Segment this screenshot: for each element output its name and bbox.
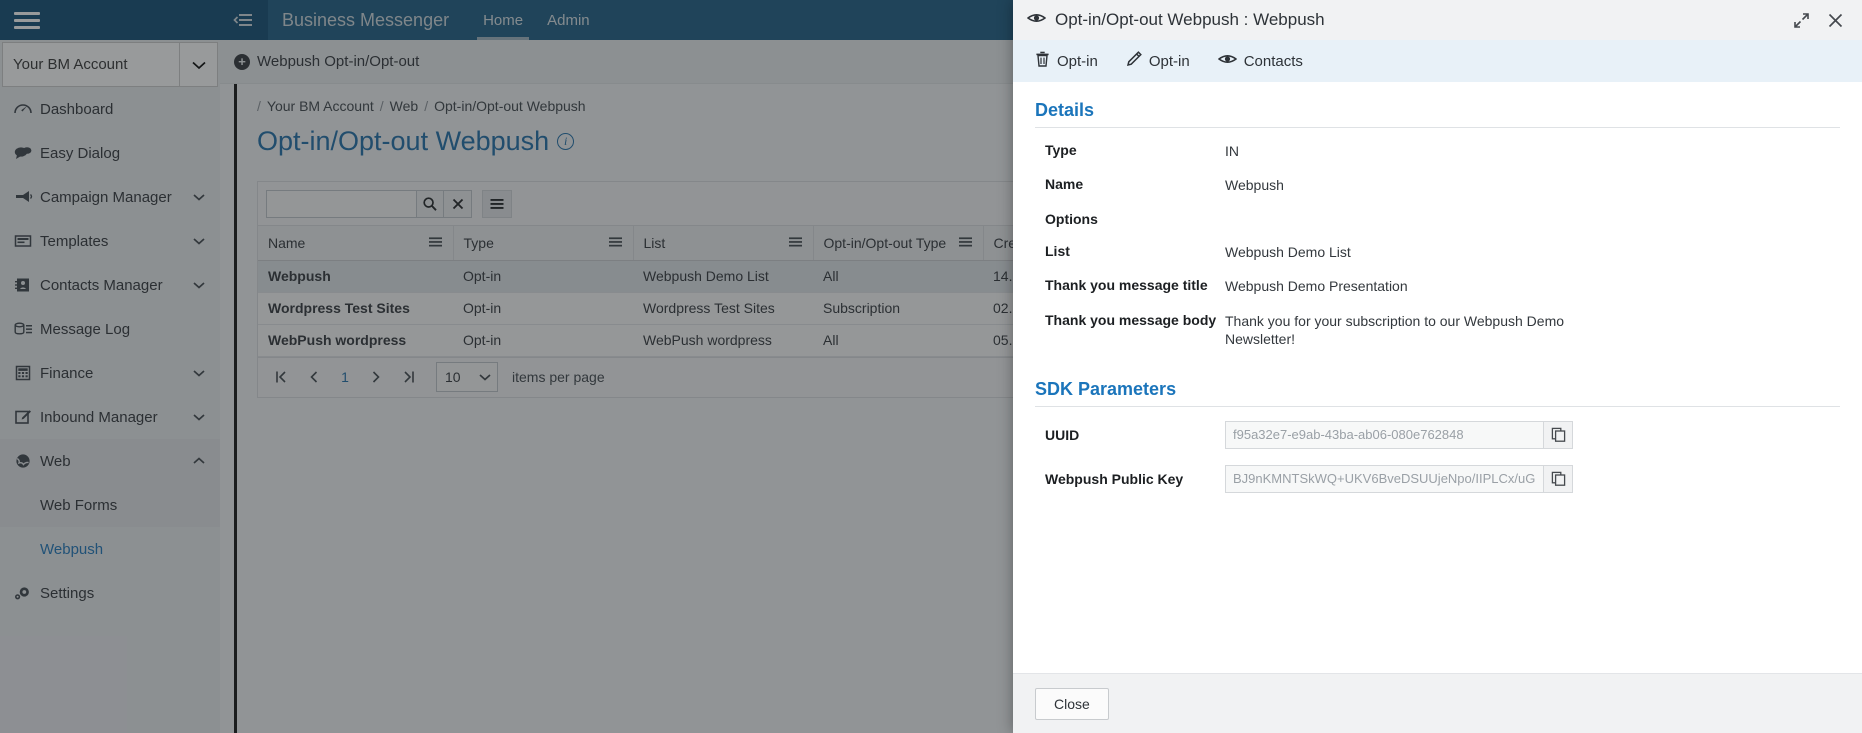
toolbar-label: Contacts [1243,52,1303,70]
panel-title-text: Opt-in/Opt-out Webpush : Webpush [1055,10,1325,29]
detail-row-list: List Webpush Demo List [1035,243,1840,261]
close-button[interactable]: Close [1035,687,1109,720]
sdk-section: SDK Parameters UUID Webpush Public Key [1035,379,1840,493]
detail-key: Type [1045,142,1077,158]
copy-icon[interactable] [1544,464,1573,493]
detail-value: Thank you for your subscription to our W… [1225,312,1565,348]
copy-icon[interactable] [1544,420,1573,449]
detail-key: Options [1045,210,1098,227]
detail-row-name: Name Webpush [1035,176,1840,194]
sdk-row-public-key: Webpush Public Key [1035,464,1840,493]
sdk-key: UUID [1045,426,1080,443]
trash-icon [1035,51,1050,71]
detail-row-thankyou-title: Thank you message title Webpush Demo Pre… [1035,277,1840,295]
sdk-field-group [1225,420,1573,449]
sdk-divider [1035,405,1840,407]
detail-row-options: Options [1035,211,1840,227]
sdk-heading: SDK Parameters [1035,378,1177,399]
pencil-icon [1126,51,1142,71]
edit-optin-button[interactable]: Opt-in [1126,51,1190,71]
panel-header: Opt-in/Opt-out Webpush : Webpush [1013,0,1862,40]
sdk-row-uuid: UUID [1035,420,1840,449]
uuid-input[interactable] [1225,420,1544,449]
view-contacts-button[interactable]: Contacts [1217,52,1303,70]
toolbar-label: Opt-in [1148,52,1190,70]
panel-footer: Close [1013,673,1862,733]
detail-key: Thank you message title [1045,277,1208,294]
detail-key: Name [1045,176,1084,193]
panel-title: Opt-in/Opt-out Webpush : Webpush [1026,10,1784,30]
detail-value: Webpush Demo Presentation [1225,278,1408,295]
close-icon[interactable] [1818,3,1852,37]
eye-icon [1026,10,1047,30]
sdk-key: Webpush Public Key [1045,470,1184,487]
detail-value: IN [1225,143,1239,159]
maximize-icon[interactable] [1784,3,1818,37]
eye-icon [1217,52,1237,70]
detail-row-thankyou-body: Thank you message body Thank you for you… [1035,312,1840,349]
detail-key: List [1045,242,1070,259]
panel-toolbar: Opt-in Opt-in Contacts [1013,40,1862,82]
panel-body: Details Type IN Name Webpush Options Lis… [1013,82,1862,673]
detail-panel: Opt-in/Opt-out Webpush : Webpush Opt-in … [1013,0,1862,733]
webpush-public-key-input[interactable] [1225,464,1544,493]
delete-optin-button[interactable]: Opt-in [1035,51,1098,71]
detail-value: Webpush [1225,177,1284,194]
detail-row-type: Type IN [1035,142,1840,160]
toolbar-label: Opt-in [1057,52,1098,70]
detail-value: Webpush Demo List [1225,243,1351,260]
sdk-field-group [1225,464,1573,493]
details-divider [1035,127,1840,128]
detail-key: Thank you message body [1045,311,1217,328]
details-heading: Details [1035,100,1095,120]
